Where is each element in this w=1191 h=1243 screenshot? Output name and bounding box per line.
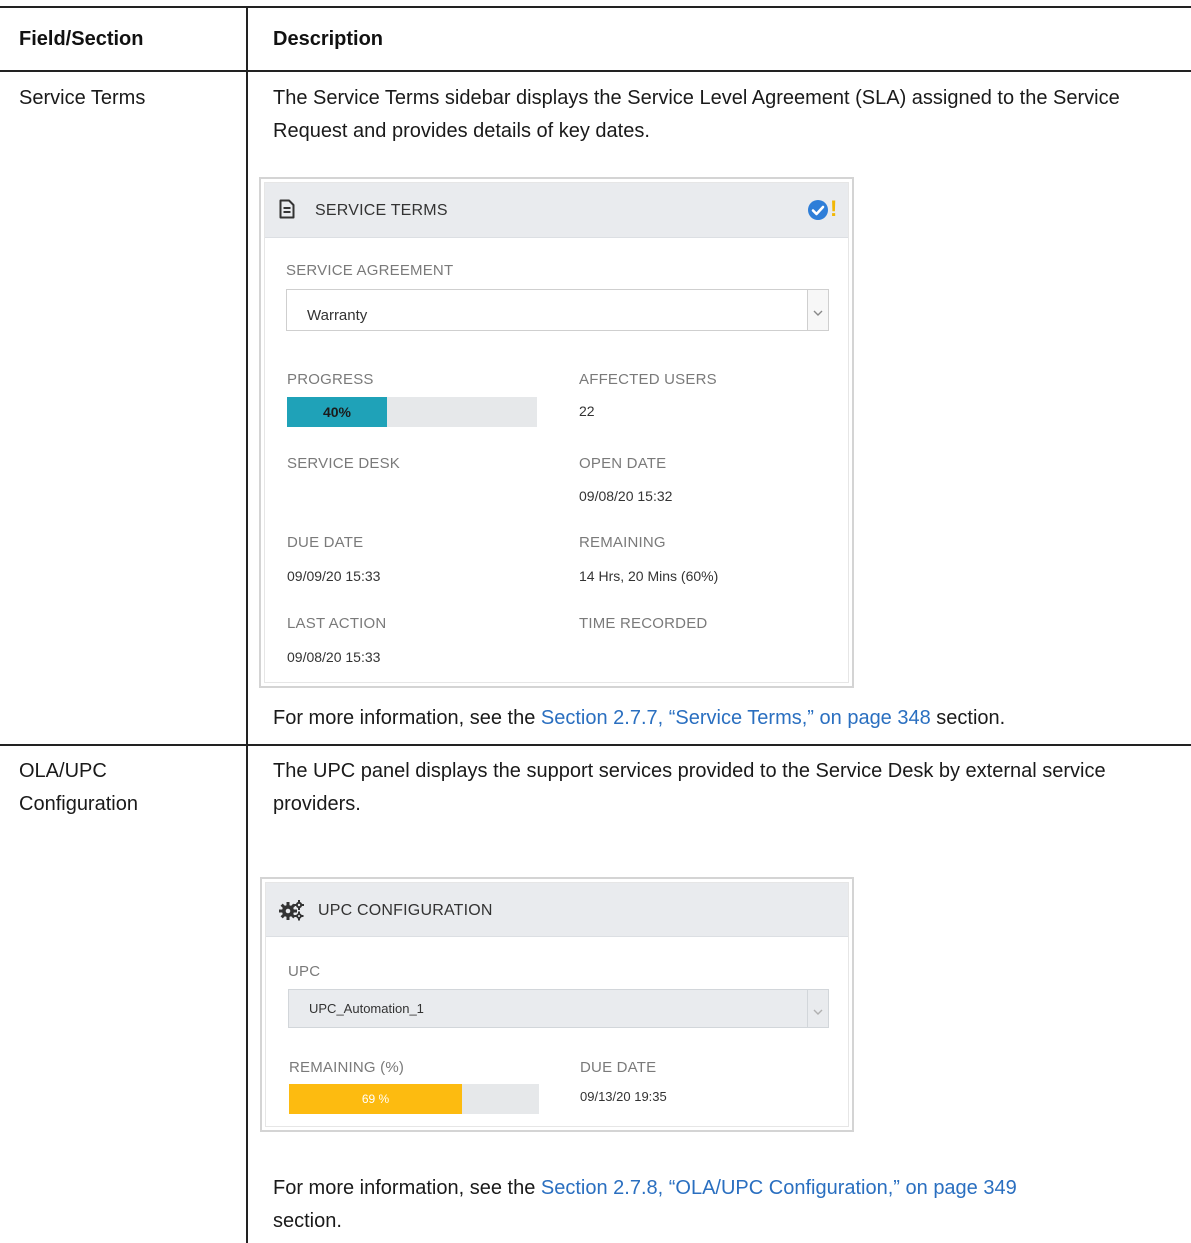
chevron-down-icon (813, 1003, 823, 1021)
gears-icon (279, 899, 305, 921)
upc-label: UPC (288, 963, 321, 980)
column-header-description: Description (273, 28, 384, 50)
due-date-label: DUE DATE (287, 534, 364, 551)
warning-mark: ! (830, 196, 838, 221)
progress-label: PROGRESS (287, 371, 374, 388)
remaining-value: 14 Hrs, 20 Mins (60%) (579, 568, 719, 584)
check-circle-icon[interactable] (807, 199, 829, 221)
open-date-value: 09/08/20 15:32 (579, 488, 673, 504)
document-icon (279, 199, 295, 219)
table-row-rule (0, 744, 1191, 746)
progress-percent: 40% (322, 404, 352, 420)
row-description-service-terms: The Service Terms sidebar displays the S… (273, 87, 1120, 142)
affected-users-label: AFFECTED USERS (579, 371, 717, 388)
service-terms-panel-header: SERVICE TERMS ! (265, 183, 848, 238)
service-agreement-select[interactable]: Warranty (286, 289, 829, 331)
upc-select-value: UPC_Automation_1 (309, 1001, 424, 1016)
column-header-field: Field/Section (19, 28, 144, 50)
row-field-service-terms: Service Terms (19, 87, 146, 109)
remaining-label: REMAINING (579, 534, 666, 551)
upc-select[interactable]: UPC_Automation_1 (288, 989, 829, 1028)
upc-remaining-bar: 69 % (289, 1084, 539, 1114)
service-agreement-value: Warranty (307, 307, 368, 324)
upc-due-date-value: 09/13/20 19:35 (580, 1089, 667, 1104)
upc-panel-header: UPC CONFIGURATION (266, 883, 848, 937)
service-terms-panel-body: SERVICE TERMS ! SERVICE AGREEMENT Warran… (264, 182, 849, 683)
service-desk-label: SERVICE DESK (287, 455, 400, 472)
service-agreement-dropdown-button[interactable] (807, 290, 828, 330)
service-terms-panel: SERVICE TERMS ! SERVICE AGREEMENT Warran… (259, 177, 854, 688)
upc-remaining-percent: 69 % (361, 1092, 390, 1106)
upc-remaining-label: REMAINING (%) (289, 1059, 405, 1076)
document-table: Field/Section Description Service Terms … (0, 0, 1191, 1243)
last-action-label: LAST ACTION (287, 615, 387, 632)
upc-due-date-label: DUE DATE (580, 1059, 657, 1076)
upc-dropdown-button[interactable] (807, 990, 828, 1027)
ola-upc-section-link[interactable]: Section 2.7.8, “OLA/UPC Configuration,” … (541, 1177, 1017, 1199)
upc-panel-body: UPC CONFIGURATION UPC UPC_Automation_1 R… (265, 882, 849, 1127)
affected-users-value: 22 (579, 403, 595, 419)
due-date-value: 09/09/20 15:33 (287, 568, 381, 584)
table-column-rule (246, 6, 248, 1243)
service-agreement-label: SERVICE AGREEMENT (286, 262, 454, 279)
chevron-down-icon (813, 304, 823, 322)
time-recorded-label: TIME RECORDED (579, 615, 708, 632)
row-more-info-service-terms: For more information, see the Section 2.… (273, 707, 1006, 729)
open-date-label: OPEN DATE (579, 455, 667, 472)
row-field-ola-upc: OLA/UPC Configuration (19, 760, 138, 815)
service-terms-section-link[interactable]: Section 2.7.7, “Service Terms,” on page … (541, 707, 931, 729)
upc-configuration-panel: UPC CONFIGURATION UPC UPC_Automation_1 R… (260, 877, 854, 1132)
progress-bar: 40% (287, 397, 537, 427)
table-header-rule (0, 70, 1191, 72)
table-top-rule (0, 6, 1191, 8)
last-action-value: 09/08/20 15:33 (287, 649, 381, 665)
service-terms-title: SERVICE TERMS (315, 202, 448, 219)
row-description-ola-upc: The UPC panel displays the support servi… (273, 760, 1106, 815)
row-more-info-ola-upc: For more information, see the Section 2.… (273, 1177, 1017, 1232)
upc-configuration-title: UPC CONFIGURATION (318, 902, 493, 919)
